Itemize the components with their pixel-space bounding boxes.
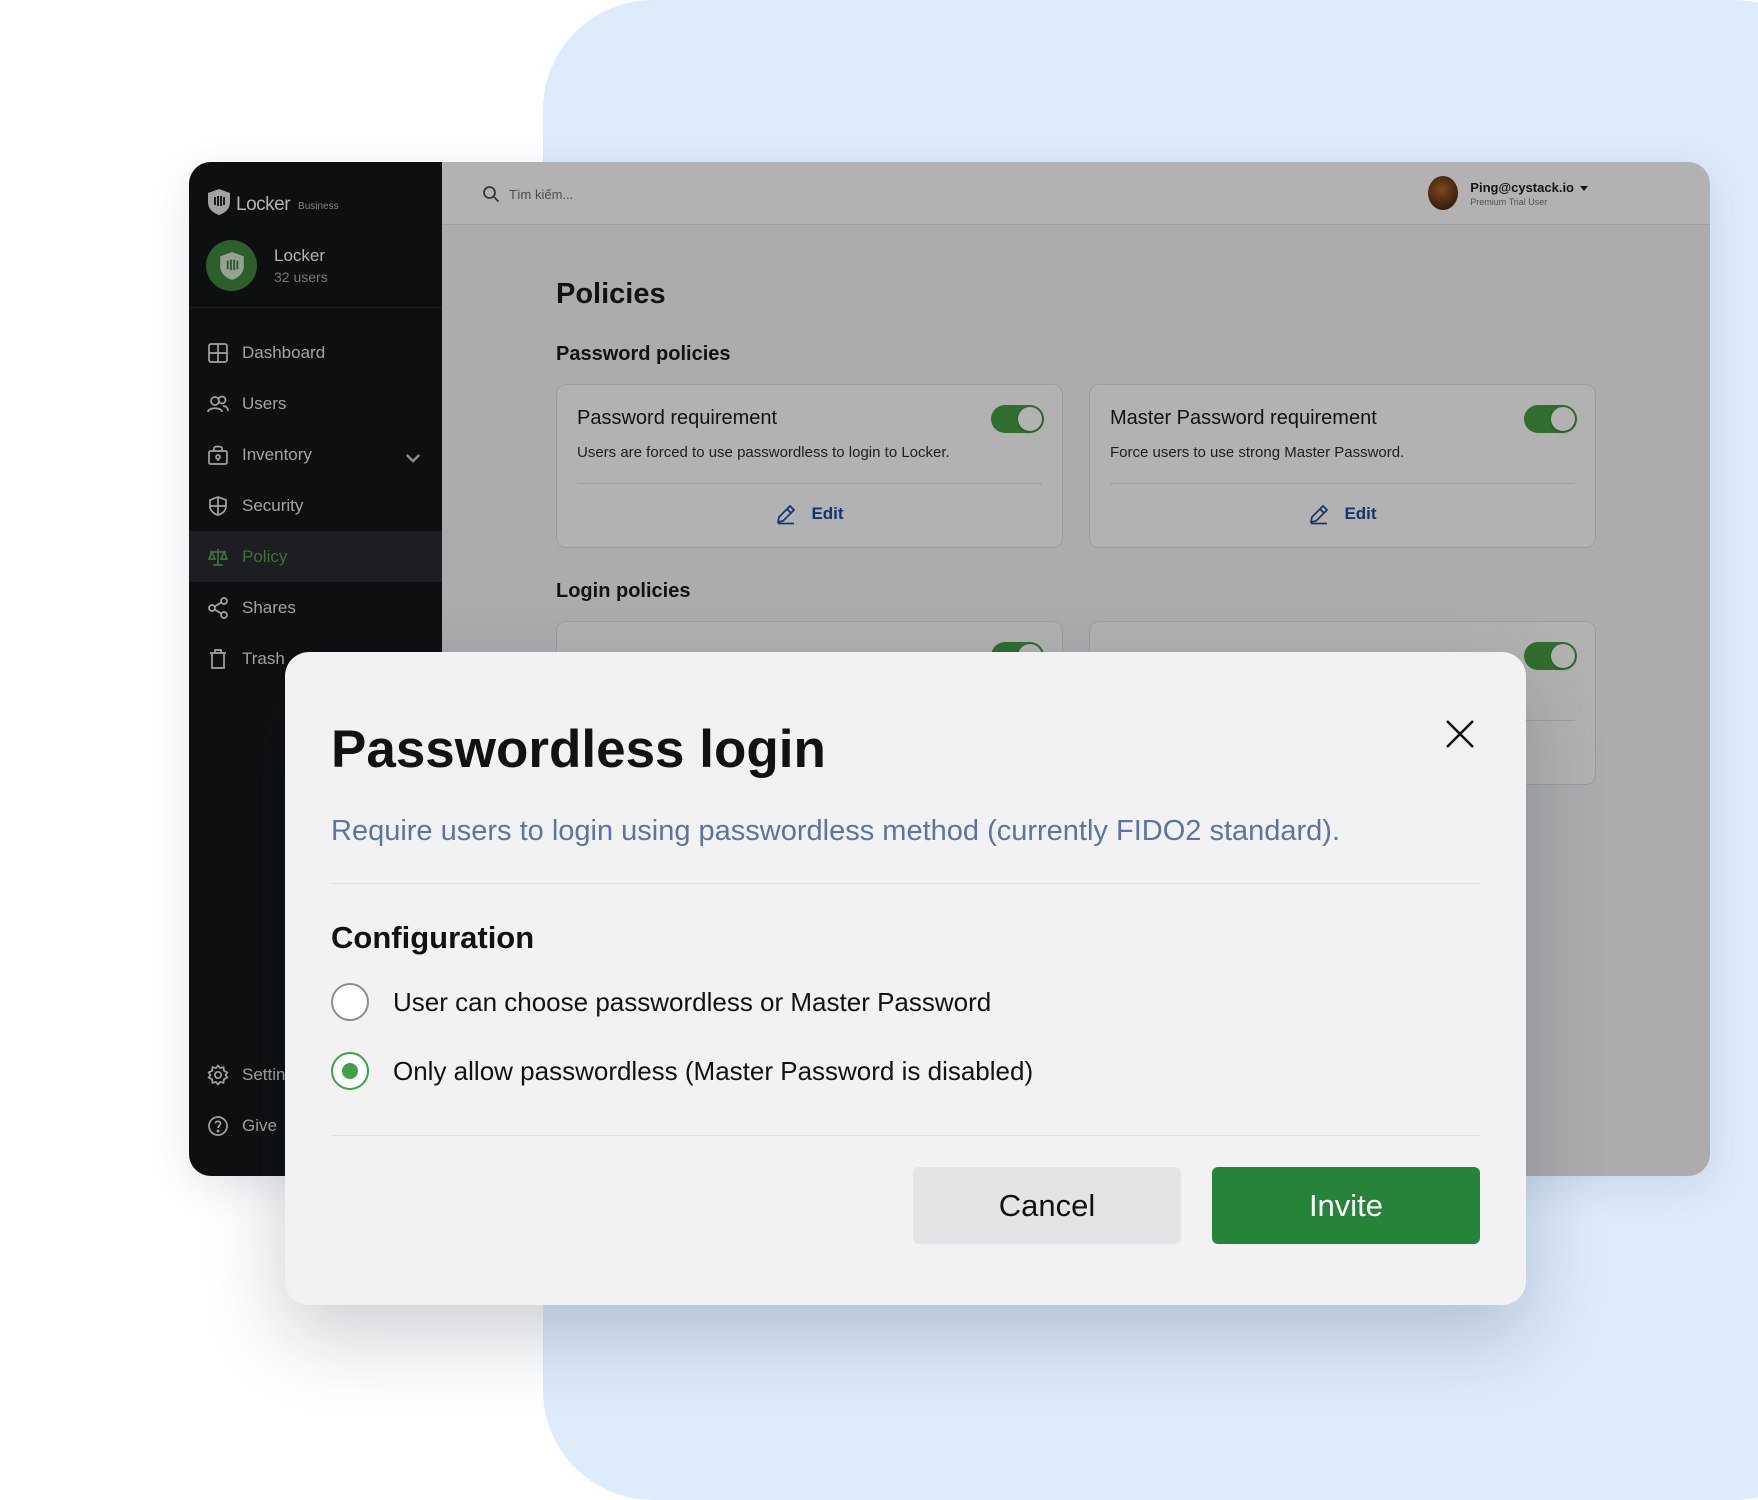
- option-label: User can choose passwordless or Master P…: [393, 986, 992, 1017]
- modal-description: Require users to login using passwordles…: [331, 815, 1341, 847]
- option-only-passwordless[interactable]: Only allow passwordless (Master Password…: [331, 1052, 1033, 1090]
- modal-divider: [331, 883, 1480, 884]
- close-icon[interactable]: [1444, 718, 1476, 750]
- cancel-button[interactable]: Cancel: [913, 1167, 1181, 1244]
- radio-button-selected[interactable]: [331, 1052, 369, 1090]
- option-choose-passwordless-or-master[interactable]: User can choose passwordless or Master P…: [331, 983, 991, 1021]
- configuration-title: Configuration: [331, 920, 535, 955]
- radio-button[interactable]: [331, 983, 369, 1021]
- invite-button[interactable]: Invite: [1212, 1167, 1480, 1244]
- passwordless-login-modal: Passwordless login Require users to logi…: [285, 652, 1526, 1305]
- option-label: Only allow passwordless (Master Password…: [393, 1055, 1034, 1086]
- modal-divider: [331, 1135, 1480, 1136]
- modal-title: Passwordless login: [331, 720, 826, 779]
